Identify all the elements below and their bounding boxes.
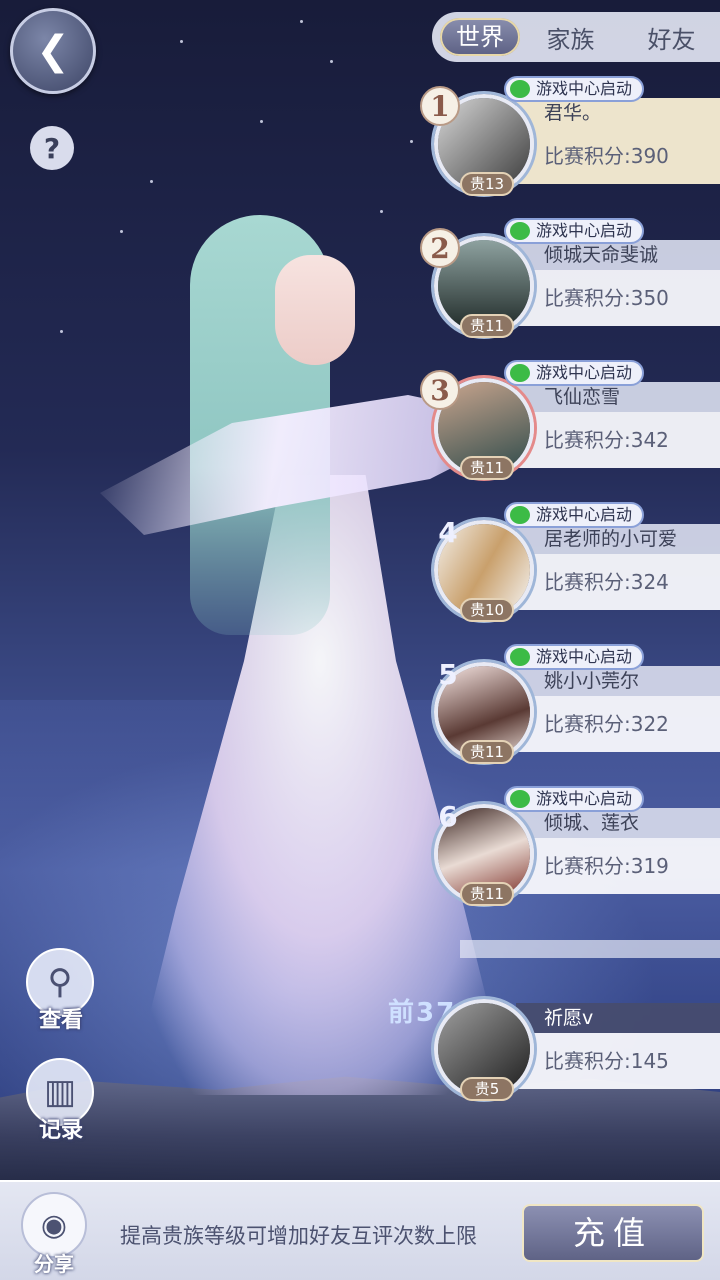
noble-tip-text: 提高贵族等级可增加好友互评次数上限 [120, 1224, 477, 1248]
player-score: 比赛积分:342 [516, 412, 720, 468]
rank-number: 5 [438, 657, 458, 691]
character-face [275, 255, 355, 365]
wechat-launch-badge: 游戏中心启动 [504, 502, 645, 528]
wechat-launch-badge: 游戏中心启动 [504, 360, 645, 386]
back-button[interactable]: ❮ [10, 8, 96, 94]
question-icon: ? [43, 131, 61, 165]
player-name: 居老师的小可爱 [516, 524, 720, 554]
wechat-launch-badge: 游戏中心启动 [504, 218, 645, 244]
rank-number: 3 [420, 370, 460, 410]
tab-family[interactable]: 家族 [520, 20, 621, 55]
player-name: 倾城天命斐诚 [516, 240, 720, 270]
ranking-row[interactable]: 姚小小莞尔 比赛积分:322 5 贵11 游戏中心启动 [416, 644, 720, 768]
back-butterfly-icon: ❮ [36, 28, 70, 74]
tab-friends[interactable]: 好友 [621, 20, 720, 55]
rank-number: 4 [438, 515, 458, 549]
player-name: 君华。 [516, 98, 720, 128]
wechat-launch-badge: 游戏中心启动 [504, 644, 645, 670]
ranking-row[interactable]: 倾城、莲衣 比赛积分:319 6 贵11 游戏中心启动 [416, 786, 720, 910]
ranking-row[interactable]: 倾城天命斐诚 比赛积分:350 2 贵11 游戏中心启动 [416, 218, 720, 342]
noble-level-badge: 贵13 [460, 172, 514, 196]
rank-number: 2 [420, 228, 460, 268]
player-score: 比赛积分:145 [516, 1033, 720, 1089]
player-name: 姚小小莞尔 [516, 666, 720, 696]
noble-level-badge: 贵11 [460, 740, 514, 764]
rank-number: 6 [438, 799, 458, 833]
player-score: 比赛积分:350 [516, 270, 720, 326]
player-score: 比赛积分:322 [516, 696, 720, 752]
recharge-button[interactable]: 充值 [522, 1204, 704, 1262]
record-button[interactable]: ▥ 记录 [26, 1058, 96, 1144]
self-ranking-row[interactable]: 祈愿v 比赛积分:145 贵5 [416, 985, 720, 1105]
help-button[interactable]: ? [30, 126, 74, 170]
player-name: 祈愿v [516, 1003, 720, 1033]
share-button[interactable]: ◉ 分享 [18, 1192, 90, 1277]
rank-number: 1 [420, 86, 460, 126]
wechat-icon [510, 222, 530, 240]
ranking-tabs: 世界 家族 好友 [432, 12, 720, 62]
noble-level-badge: 贵11 [460, 882, 514, 906]
wechat-icon [510, 80, 530, 98]
wechat-icon [510, 506, 530, 524]
ranking-row[interactable]: 居老师的小可爱 比赛积分:324 4 贵10 游戏中心启动 [416, 502, 720, 626]
wechat-icon [510, 790, 530, 808]
player-name: 飞仙恋雪 [516, 382, 720, 412]
tab-world[interactable]: 世界 [440, 18, 520, 56]
wechat-launch-badge: 游戏中心启动 [504, 76, 645, 102]
view-button[interactable]: ⚲ 查看 [26, 948, 96, 1034]
noble-level-badge: 贵11 [460, 456, 514, 480]
noble-level-badge: 贵5 [460, 1077, 514, 1101]
noble-level-badge: 贵10 [460, 598, 514, 622]
wechat-icon [510, 648, 530, 666]
wechat-launch-badge: 游戏中心启动 [504, 786, 645, 812]
ranking-row[interactable]: 君华。 比赛积分:390 1 贵13 游戏中心启动 [416, 76, 720, 200]
player-name: 倾城、莲衣 [516, 808, 720, 838]
noble-level-badge: 贵11 [460, 314, 514, 338]
player-score: 比赛积分:324 [516, 554, 720, 610]
ranking-row[interactable]: 飞仙恋雪 比赛积分:342 3 贵11 游戏中心启动 [416, 360, 720, 484]
player-score: 比赛积分:390 [516, 128, 720, 184]
next-row-peek [460, 940, 720, 958]
player-score: 比赛积分:319 [516, 838, 720, 894]
wechat-icon [510, 364, 530, 382]
